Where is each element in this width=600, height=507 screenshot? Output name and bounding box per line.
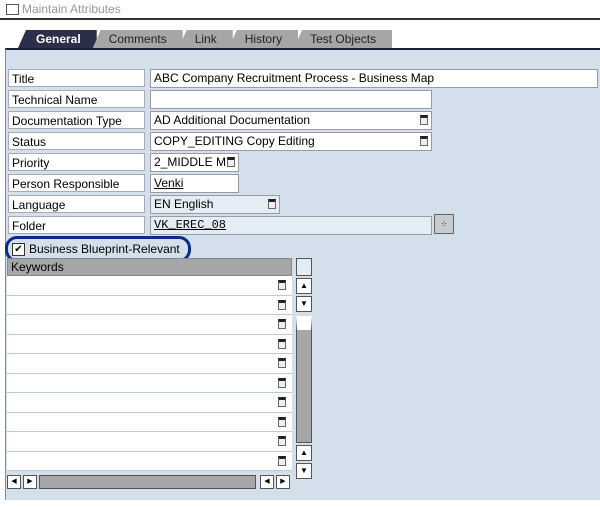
value-help-icon[interactable]	[420, 136, 428, 146]
status-label: Status	[8, 132, 145, 150]
keyword-row[interactable]	[7, 451, 292, 471]
language-select[interactable]: EN English	[150, 195, 280, 214]
value-help-icon[interactable]	[278, 397, 286, 407]
value-help-icon[interactable]	[278, 338, 286, 349]
person-responsible-input[interactable]: Venki	[150, 174, 239, 193]
keyword-row[interactable]	[7, 315, 292, 335]
keyword-row[interactable]	[7, 295, 292, 315]
horizontal-scrollbar[interactable]: ◀ ▶ ◀ ▶	[7, 474, 292, 489]
tab-comments[interactable]: Comments	[92, 30, 183, 48]
title-label: Title	[8, 69, 145, 87]
value-help-icon[interactable]	[227, 157, 235, 167]
value-help-icon[interactable]	[278, 455, 286, 466]
keyword-row[interactable]	[7, 334, 292, 354]
keywords-column-header[interactable]: Keywords	[7, 258, 292, 276]
keyword-row[interactable]	[7, 393, 292, 413]
value-help-icon[interactable]	[278, 377, 286, 388]
value-help-icon[interactable]	[278, 299, 286, 310]
scroll-page-up-icon[interactable]: ▲	[296, 445, 312, 461]
keyword-row[interactable]	[7, 354, 292, 374]
value-help-icon[interactable]	[278, 416, 286, 427]
folder-structure-button[interactable]: ⁘	[434, 214, 454, 234]
documentation-type-label: Documentation Type	[8, 111, 145, 129]
tab-link[interactable]: Link	[178, 30, 233, 48]
value-help-icon[interactable]	[420, 115, 428, 125]
folder-label: Folder	[8, 216, 145, 234]
window-icon	[6, 3, 19, 15]
scroll-right-icon[interactable]: ▶	[23, 474, 37, 489]
scroll-left-end-icon[interactable]: ◀	[260, 474, 274, 489]
keyword-row[interactable]	[7, 412, 292, 432]
value-help-icon[interactable]	[268, 199, 276, 209]
keyword-row[interactable]	[7, 373, 292, 393]
business-blueprint-label: Business Blueprint-Relevant	[29, 242, 180, 256]
value-help-icon[interactable]	[278, 280, 286, 290]
title-input[interactable]: ABC Company Recruitment Process - Busine…	[150, 69, 598, 88]
person-responsible-label: Person Responsible	[8, 174, 145, 192]
folder-input[interactable]: VK_EREC_08	[150, 216, 432, 235]
tab-history[interactable]: History	[228, 30, 299, 48]
keyword-row[interactable]	[7, 432, 292, 452]
tab-general[interactable]: General	[18, 30, 97, 48]
value-help-icon[interactable]	[278, 358, 286, 368]
vertical-scrollbar[interactable]: ▲ ▼ ▲ ▼	[295, 258, 312, 483]
priority-select[interactable]: 2_MIDDLE M	[150, 153, 239, 172]
scroll-right-end-icon[interactable]: ▶	[276, 474, 290, 489]
scroll-page-down-icon[interactable]: ▼	[296, 463, 312, 479]
checkbox-checked-icon[interactable]: ✔	[12, 242, 25, 256]
window-title: Maintain Attributes	[22, 2, 121, 16]
window-title-bar: Maintain Attributes	[0, 0, 600, 20]
documentation-type-value: AD Additional Documentation	[154, 113, 311, 127]
select-all-button[interactable]	[296, 258, 312, 276]
language-label: Language	[8, 195, 145, 213]
keyword-row[interactable]	[7, 276, 292, 296]
value-help-icon[interactable]	[278, 319, 286, 329]
scroll-left-icon[interactable]: ◀	[7, 474, 21, 489]
status-value: COPY_EDITING Copy Editing	[154, 134, 315, 148]
keywords-table: Keywords	[7, 258, 292, 471]
status-select[interactable]: COPY_EDITING Copy Editing	[150, 132, 432, 151]
scroll-up-icon[interactable]: ▲	[296, 278, 312, 294]
scroll-down-icon[interactable]: ▼	[296, 296, 312, 312]
priority-value: 2_MIDDLE M	[154, 155, 227, 169]
horizontal-scroll-thumb[interactable]	[39, 474, 256, 489]
tab-bar: General Comments Link History Test Objec…	[18, 30, 393, 48]
technical-name-label: Technical Name	[8, 90, 145, 108]
value-help-icon[interactable]	[278, 436, 286, 446]
technical-name-input[interactable]	[150, 90, 432, 109]
priority-label: Priority	[8, 153, 145, 171]
scroll-thumb[interactable]	[296, 316, 312, 443]
language-value: EN English	[154, 197, 214, 211]
documentation-type-select[interactable]: AD Additional Documentation	[150, 111, 432, 130]
tab-test-objects[interactable]: Test Objects	[294, 30, 393, 48]
